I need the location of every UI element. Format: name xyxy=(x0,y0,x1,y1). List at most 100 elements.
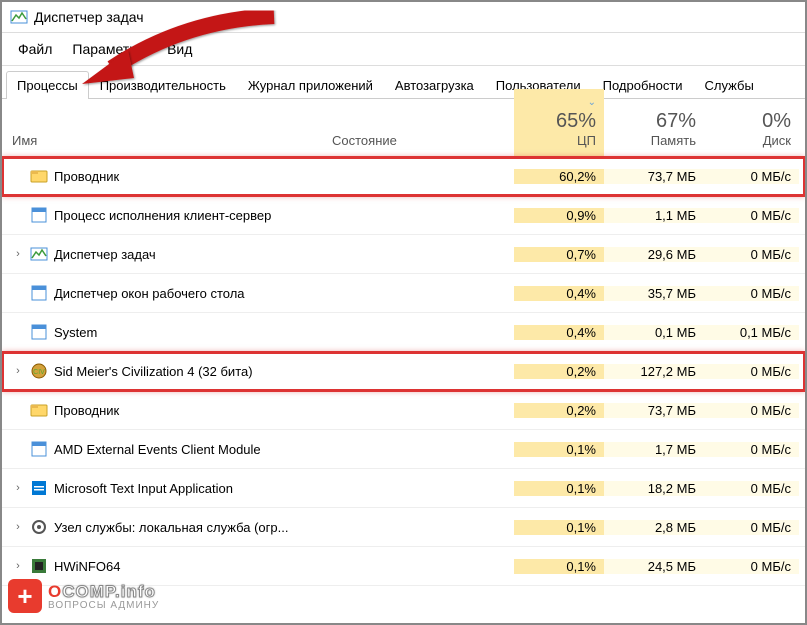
process-name: Проводник xyxy=(54,169,119,184)
tab-details[interactable]: Подробности xyxy=(592,71,694,99)
table-row[interactable]: Проводник 60,2%73,7 МБ0 МБ/с xyxy=(2,157,805,196)
cell-memory: 73,7 МБ xyxy=(604,169,704,184)
column-name[interactable]: Имя xyxy=(2,129,324,156)
watermark: + OCOMP.info ВОПРОСЫ АДМИНУ xyxy=(8,579,159,613)
cell-cpu: 0,1% xyxy=(514,520,604,535)
process-name: System xyxy=(54,325,97,340)
cell-cpu: 0,4% xyxy=(514,325,604,340)
cell-disk: 0 МБ/с xyxy=(704,403,799,418)
svg-text:CIV: CIV xyxy=(33,369,45,376)
cell-memory: 1,7 МБ xyxy=(604,442,704,457)
process-icon xyxy=(30,440,48,458)
cell-name: AMD External Events Client Module xyxy=(2,440,324,458)
process-icon xyxy=(30,245,48,263)
cell-memory: 73,7 МБ xyxy=(604,403,704,418)
cell-memory: 0,1 МБ xyxy=(604,325,704,340)
cell-name: Проводник xyxy=(2,167,324,185)
process-name: Проводник xyxy=(54,403,119,418)
tab-services[interactable]: Службы xyxy=(694,71,765,99)
tab-processes[interactable]: Процессы xyxy=(6,71,89,99)
sort-indicator-icon: ⌄ xyxy=(588,97,596,108)
cell-memory: 2,8 МБ xyxy=(604,520,704,535)
tabbar: Процессы Производительность Журнал прило… xyxy=(2,70,805,99)
process-icon xyxy=(30,518,48,536)
expand-chevron-icon[interactable]: › xyxy=(12,248,24,260)
process-icon xyxy=(30,479,48,497)
table-row[interactable]: Процесс исполнения клиент-сервер 0,9%1,1 … xyxy=(2,196,805,235)
column-memory[interactable]: 67% Память xyxy=(604,106,704,156)
cell-disk: 0 МБ/с xyxy=(704,208,799,223)
cell-cpu: 0,1% xyxy=(514,559,604,574)
process-icon xyxy=(30,323,48,341)
process-name: Процесс исполнения клиент-сервер xyxy=(54,208,271,223)
cell-disk: 0 МБ/с xyxy=(704,247,799,262)
process-name: Узел службы: локальная служба (огр... xyxy=(54,520,288,535)
cell-disk: 0 МБ/с xyxy=(704,364,799,379)
cell-disk: 0 МБ/с xyxy=(704,520,799,535)
menu-view[interactable]: Вид xyxy=(159,37,200,61)
process-name: HWiNFO64 xyxy=(54,559,120,574)
process-icon xyxy=(30,401,48,419)
process-name: Sid Meier's Civilization 4 (32 бита) xyxy=(54,364,253,379)
expand-chevron-icon[interactable]: › xyxy=(12,521,24,533)
expand-chevron-icon[interactable]: › xyxy=(12,482,24,494)
cell-disk: 0 МБ/с xyxy=(704,559,799,574)
cell-memory: 18,2 МБ xyxy=(604,481,704,496)
cell-name: Проводник xyxy=(2,401,324,419)
cell-name: › HWiNFO64 xyxy=(2,557,324,575)
menubar: Файл Параметры Вид xyxy=(2,33,805,66)
cell-cpu: 0,1% xyxy=(514,442,604,457)
task-manager-window: Диспетчер задач Файл Параметры Вид Проце… xyxy=(0,0,807,625)
cell-name: Диспетчер окон рабочего стола xyxy=(2,284,324,302)
process-table: Имя Состояние ⌄ 65% ЦП 67% Память 0% Дис… xyxy=(2,99,805,586)
cell-cpu: 0,1% xyxy=(514,481,604,496)
cell-name: › Microsoft Text Input Application xyxy=(2,479,324,497)
cell-disk: 0 МБ/с xyxy=(704,286,799,301)
process-icon: CIV xyxy=(30,362,48,380)
cell-cpu: 60,2% xyxy=(514,169,604,184)
expand-chevron-icon[interactable]: › xyxy=(12,365,24,377)
cell-disk: 0 МБ/с xyxy=(704,169,799,184)
cell-name: › Узел службы: локальная служба (огр... xyxy=(2,518,324,536)
process-icon xyxy=(30,167,48,185)
cell-name: ›Диспетчер задач xyxy=(2,245,324,263)
process-name: AMD External Events Client Module xyxy=(54,442,261,457)
table-body: Проводник60,2%73,7 МБ0 МБ/сПроцесс испол… xyxy=(2,157,805,586)
column-disk[interactable]: 0% Диск xyxy=(704,106,799,156)
table-row[interactable]: System 0,4%0,1 МБ0,1 МБ/с xyxy=(2,313,805,352)
table-row[interactable]: ›Диспетчер задач 0,7%29,6 МБ0 МБ/с xyxy=(2,235,805,274)
table-row[interactable]: Проводник 0,2%73,7 МБ0 МБ/с xyxy=(2,391,805,430)
column-status[interactable]: Состояние xyxy=(324,129,514,156)
cell-disk: 0,1 МБ/с xyxy=(704,325,799,340)
cell-disk: 0 МБ/с xyxy=(704,442,799,457)
tab-app-history[interactable]: Журнал приложений xyxy=(237,71,384,99)
cell-cpu: 0,2% xyxy=(514,403,604,418)
table-row[interactable]: › Узел службы: локальная служба (огр... 0,… xyxy=(2,508,805,547)
cell-name: System xyxy=(2,323,324,341)
cell-cpu: 0,9% xyxy=(514,208,604,223)
table-row[interactable]: › Microsoft Text Input Application 0,1%18,… xyxy=(2,469,805,508)
app-icon xyxy=(10,8,28,26)
cell-cpu: 0,7% xyxy=(514,247,604,262)
process-icon xyxy=(30,206,48,224)
table-row[interactable]: AMD External Events Client Module 0,1%1,7… xyxy=(2,430,805,469)
cell-disk: 0 МБ/с xyxy=(704,481,799,496)
titlebar: Диспетчер задач xyxy=(2,2,805,33)
process-name: Диспетчер окон рабочего стола xyxy=(54,286,245,301)
process-name: Microsoft Text Input Application xyxy=(54,481,233,496)
cell-memory: 24,5 МБ xyxy=(604,559,704,574)
process-icon xyxy=(30,557,48,575)
process-icon xyxy=(30,284,48,302)
table-header: Имя Состояние ⌄ 65% ЦП 67% Память 0% Дис… xyxy=(2,99,805,157)
tab-startup[interactable]: Автозагрузка xyxy=(384,71,485,99)
cell-memory: 35,7 МБ xyxy=(604,286,704,301)
tab-performance[interactable]: Производительность xyxy=(89,71,237,99)
menu-options[interactable]: Параметры xyxy=(64,37,155,61)
column-cpu[interactable]: ⌄ 65% ЦП xyxy=(514,89,604,156)
table-row[interactable]: Диспетчер окон рабочего стола0,4%35,7 МБ… xyxy=(2,274,805,313)
cell-memory: 1,1 МБ xyxy=(604,208,704,223)
table-row[interactable]: › CIV Sid Meier's Civilization 4 (32 бита)… xyxy=(2,352,805,391)
expand-chevron-icon[interactable]: › xyxy=(12,560,24,572)
cell-memory: 29,6 МБ xyxy=(604,247,704,262)
menu-file[interactable]: Файл xyxy=(10,37,60,61)
